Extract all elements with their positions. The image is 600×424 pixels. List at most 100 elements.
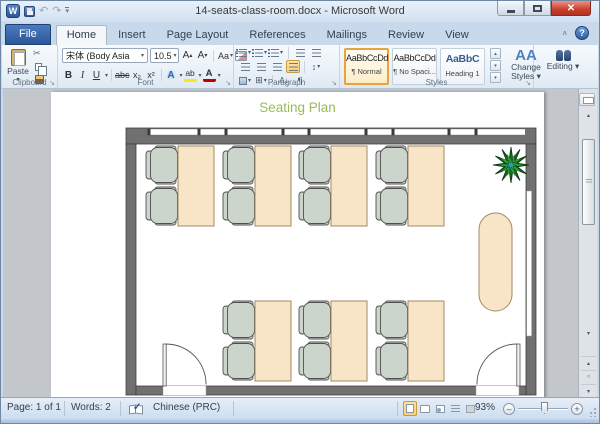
next-page-icon[interactable]: ▾ — [581, 384, 596, 397]
cut-button[interactable]: ✂ — [33, 48, 51, 59]
previous-page-icon[interactable]: ▴ — [581, 356, 596, 369]
door-opening — [163, 386, 206, 396]
page-indicator[interactable]: Page: 1 of 1 — [7, 402, 61, 413]
change-case-button[interactable]: Aa▾ — [218, 49, 233, 63]
line-spacing-button[interactable]: ↕▾ — [309, 60, 323, 73]
tab-home[interactable]: Home — [56, 25, 107, 45]
desk[interactable] — [255, 146, 291, 226]
desk[interactable] — [408, 146, 444, 226]
document-workspace: Seating Plan ▴ ▾ ▴ ○ ▾ — [3, 89, 597, 399]
cabinet[interactable] — [479, 213, 512, 311]
chair-seat[interactable] — [304, 344, 331, 379]
font-size-select[interactable]: 10.5▾ — [150, 48, 179, 63]
window-tick — [225, 129, 228, 135]
desk[interactable] — [178, 146, 214, 226]
grow-font-button[interactable]: A — [181, 49, 194, 63]
window-controls: ✕ — [497, 1, 591, 16]
language-indicator[interactable]: Chinese (PRC) — [153, 402, 220, 413]
styles-scroll-up-icon[interactable]: ▴ — [490, 48, 501, 59]
align-center-button[interactable] — [254, 60, 268, 73]
chair-seat[interactable] — [381, 344, 408, 379]
desk[interactable] — [331, 301, 367, 381]
styles-scroll-down-icon[interactable]: ▾ — [490, 60, 501, 71]
chair-seat[interactable] — [381, 303, 408, 338]
zoom-in-icon[interactable]: + — [571, 403, 583, 415]
chair-seat[interactable] — [151, 189, 178, 224]
ruler-toggle-button[interactable] — [579, 93, 595, 106]
wall-left[interactable] — [126, 144, 136, 395]
bullets-button[interactable]: ▾ — [238, 46, 252, 59]
resize-grip[interactable] — [587, 407, 597, 417]
desk[interactable] — [255, 301, 291, 381]
numbering-button[interactable]: ▾ — [254, 46, 268, 59]
word-count[interactable]: Words: 2 — [71, 402, 111, 413]
tab-file[interactable]: File — [5, 24, 51, 45]
window-tick — [475, 129, 478, 135]
window-tick — [365, 129, 368, 135]
chair-seat[interactable] — [381, 189, 408, 224]
editing-group: Editing ▾ — [534, 45, 598, 88]
ribbon-tab-row: FileHomeInsertPage LayoutReferencesMaili… — [1, 22, 599, 45]
copy-icon — [35, 63, 42, 71]
print-layout-view-button[interactable] — [403, 401, 417, 416]
title-bar: W ↶ ↷ ▾ 14-seats-class-room.docx - Micro… — [1, 1, 599, 22]
styles-dialog-launcher[interactable]: ↘ — [525, 79, 531, 87]
spellcheck-icon[interactable]: ✓ — [129, 404, 142, 414]
scroll-up-icon[interactable]: ▴ — [581, 109, 596, 122]
zoom-slider-thumb[interactable] — [541, 402, 548, 414]
tab-review[interactable]: Review — [378, 26, 434, 45]
select-browse-object-icon[interactable]: ○ — [581, 370, 596, 383]
help-icon[interactable]: ? — [575, 26, 589, 40]
styles-group-label: Styles — [340, 78, 533, 87]
minimize-ribbon-icon[interactable]: ˄ — [562, 29, 567, 38]
clipboard-group: Paste ▾ ✂ Clipboard ↘ — [2, 45, 58, 88]
door-leaf[interactable] — [163, 344, 166, 386]
editing-button[interactable]: Editing ▾ — [542, 47, 584, 87]
multilevel-list-button[interactable]: ▾ — [270, 46, 284, 59]
tab-page-layout[interactable]: Page Layout — [157, 26, 239, 45]
tab-view[interactable]: View — [435, 26, 479, 45]
copy-button[interactable] — [33, 61, 51, 72]
full-screen-reading-view-button[interactable] — [418, 401, 432, 416]
shrink-font-button[interactable]: A — [196, 49, 209, 63]
chair-seat[interactable] — [381, 148, 408, 183]
zoom-level[interactable]: 93% — [475, 402, 495, 413]
font-name-select[interactable]: 宋体 (Body Asia▾ — [62, 48, 148, 63]
tab-references[interactable]: References — [239, 26, 315, 45]
web-layout-view-button[interactable] — [433, 401, 447, 416]
window-tick — [448, 129, 451, 135]
font-group: 宋体 (Body Asia▾ 10.5▾ A A Aa▾ B I U ▾ abc… — [58, 45, 234, 88]
outline-view-button[interactable] — [448, 401, 462, 416]
scroll-down-icon[interactable]: ▾ — [581, 327, 596, 340]
vertical-scrollbar[interactable]: ▴ ▾ ▴ ○ ▾ — [578, 89, 597, 399]
chair-seat[interactable] — [151, 148, 178, 183]
justify-button[interactable] — [286, 60, 300, 73]
scrollbar-thumb[interactable] — [582, 139, 595, 225]
align-left-button[interactable] — [238, 60, 252, 73]
chair-seat[interactable] — [304, 148, 331, 183]
tab-insert[interactable]: Insert — [108, 26, 156, 45]
desk[interactable] — [331, 146, 367, 226]
chair-seat[interactable] — [228, 303, 255, 338]
maximize-button[interactable] — [524, 1, 551, 16]
chair-seat[interactable] — [304, 303, 331, 338]
chair-seat[interactable] — [228, 148, 255, 183]
font-dialog-launcher[interactable]: ↘ — [225, 79, 231, 87]
increase-indent-button[interactable] — [309, 46, 323, 59]
zoom-out-icon[interactable]: – — [503, 403, 515, 415]
paragraph-dialog-launcher[interactable]: ↘ — [331, 79, 337, 87]
chair-seat[interactable] — [228, 189, 255, 224]
desk[interactable] — [408, 301, 444, 381]
chair-seat[interactable] — [228, 344, 255, 379]
tab-mailings[interactable]: Mailings — [317, 26, 377, 45]
close-button[interactable]: ✕ — [551, 1, 591, 16]
window-tick — [148, 129, 151, 135]
clipboard-dialog-launcher[interactable]: ↘ — [49, 79, 55, 87]
minimize-button[interactable] — [497, 1, 524, 16]
styles-group: AaBbCcDd¶ NormalAaBbCcDd¶ No Spaci...AaB… — [340, 45, 534, 88]
door-leaf[interactable] — [517, 344, 520, 386]
document-page[interactable]: Seating Plan — [51, 92, 544, 399]
decrease-indent-button[interactable] — [293, 46, 307, 59]
align-right-button[interactable] — [270, 60, 284, 73]
chair-seat[interactable] — [304, 189, 331, 224]
